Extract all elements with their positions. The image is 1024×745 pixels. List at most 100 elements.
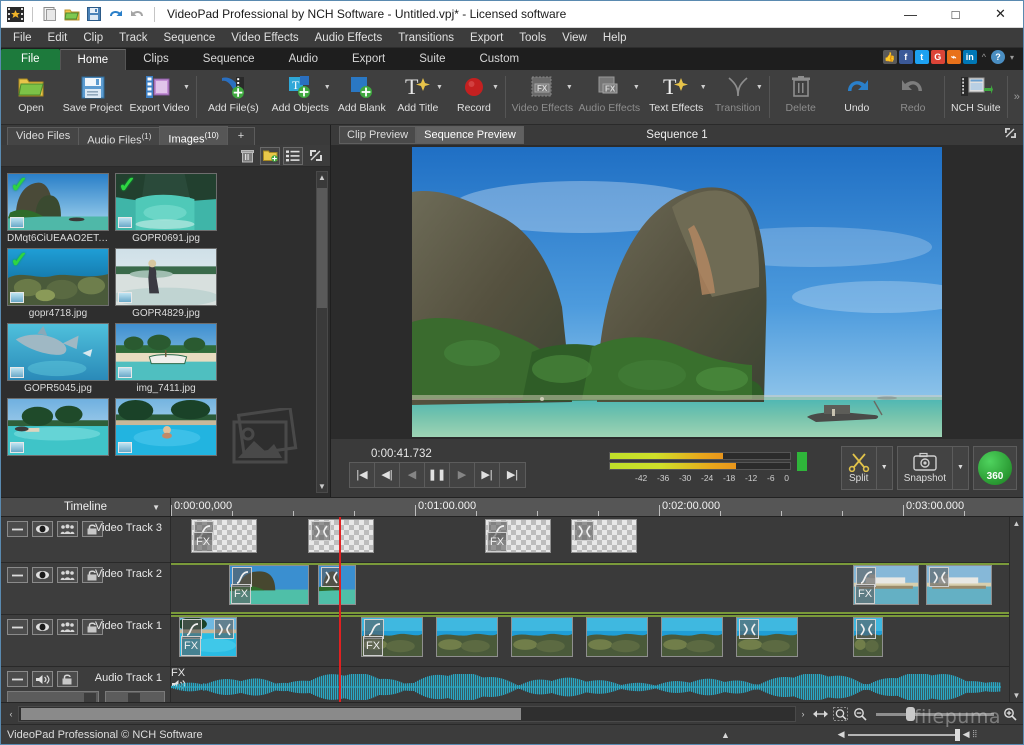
speaker-icon[interactable] xyxy=(32,671,53,687)
menu-item-export[interactable]: Export xyxy=(462,30,511,46)
delete-button[interactable]: Delete xyxy=(773,70,829,124)
twitter-icon[interactable]: t xyxy=(914,50,929,64)
audio-effects-button[interactable]: FX Audio Effects ▼ xyxy=(576,70,643,124)
zoom-in-icon[interactable] xyxy=(1000,705,1020,723)
clip-transition-badge[interactable] xyxy=(574,521,594,541)
menu-item-help[interactable]: Help xyxy=(595,30,635,46)
hscroll-right-arrow[interactable]: › xyxy=(796,709,810,719)
minus-icon[interactable] xyxy=(7,567,28,583)
clip-fx-badge[interactable]: FX xyxy=(193,532,213,552)
ribbon-tab-file[interactable]: File xyxy=(1,49,60,70)
timeline-clip[interactable] xyxy=(926,565,992,605)
add-files-button[interactable]: Add File(s) xyxy=(200,70,267,124)
next-frame-button[interactable]: ▶| xyxy=(475,462,500,487)
timeline-clip[interactable] xyxy=(308,519,374,553)
chevron-down-icon[interactable]: ▼ xyxy=(436,84,443,91)
timeline-clip[interactable] xyxy=(586,617,648,657)
menu-item-sequence[interactable]: Sequence xyxy=(156,30,224,46)
media-thumbnail[interactable]: ✓ gopr4718.jpg xyxy=(7,248,109,319)
panel-collapse-icon[interactable]: ▲ xyxy=(721,730,730,740)
menu-item-file[interactable]: File xyxy=(5,30,40,46)
menu-item-view[interactable]: View xyxy=(554,30,595,46)
volume-knob[interactable] xyxy=(954,728,960,741)
minus-icon[interactable] xyxy=(7,671,28,687)
menu-item-edit[interactable]: Edit xyxy=(40,30,76,46)
hscroll-thumb[interactable] xyxy=(21,707,521,720)
menu-item-track[interactable]: Track xyxy=(111,30,155,46)
menu-item-tools[interactable]: Tools xyxy=(511,30,554,46)
eye-icon[interactable] xyxy=(32,521,53,537)
transition-button[interactable]: Transition ▼ xyxy=(710,70,766,124)
linkedin-icon[interactable]: in xyxy=(962,50,977,64)
ribbon-tab-home[interactable]: Home xyxy=(59,49,127,70)
prev-frame-button[interactable]: ◀| xyxy=(375,462,400,487)
help-dropdown-caret[interactable]: ▾ xyxy=(1007,53,1017,62)
browser-scrollbar[interactable]: ▲ ▼ xyxy=(316,171,328,493)
new-project-icon[interactable] xyxy=(40,5,59,24)
pause-button[interactable]: ❚❚ xyxy=(425,462,450,487)
ribbon-tab-audio[interactable]: Audio xyxy=(271,49,335,70)
help-icon[interactable]: ? xyxy=(990,50,1005,64)
timeline-ruler[interactable]: 0:00:00,000 0:01:00.000 0:02:00.000 0:03:00… xyxy=(171,498,1023,516)
chevron-down-icon[interactable]: ▼ xyxy=(700,84,707,91)
people-icon[interactable] xyxy=(57,619,78,635)
timeline-clip[interactable] xyxy=(436,617,498,657)
volume-rail[interactable] xyxy=(847,728,960,741)
ribbon-tab-suite[interactable]: Suite xyxy=(402,49,463,70)
people-icon[interactable] xyxy=(57,521,78,537)
timeline-clip[interactable] xyxy=(736,617,798,657)
audio-pan-slider[interactable] xyxy=(7,691,99,702)
video-effects-button[interactable]: FX Video Effects ▼ xyxy=(509,70,576,124)
skip-end-button[interactable]: ▶| xyxy=(500,463,525,487)
chevron-down-icon[interactable]: ▼ xyxy=(633,84,640,91)
browser-tab-audio-files[interactable]: Audio Files(1) xyxy=(78,127,161,147)
detach-preview-icon[interactable] xyxy=(1004,127,1017,142)
master-volume-slider[interactable]: ◀ ◀ ⦙⦙ xyxy=(838,728,977,741)
record-button[interactable]: Record ▼ xyxy=(446,70,502,124)
track-lane[interactable]: FX FX xyxy=(171,615,1023,666)
step-back-button[interactable]: ◀ xyxy=(400,462,425,487)
timeline-clip[interactable]: FX xyxy=(229,565,309,605)
play-button[interactable]: ▶ xyxy=(450,462,475,487)
fit-to-window-icon[interactable] xyxy=(810,705,830,723)
clip-transition-badge[interactable] xyxy=(739,619,759,639)
menu-item-transitions[interactable]: Transitions xyxy=(390,30,462,46)
list-view-icon[interactable] xyxy=(283,146,303,165)
hscroll-track[interactable] xyxy=(18,705,796,722)
preview-tab-sequence-preview[interactable]: Sequence Preview xyxy=(416,125,524,144)
minus-icon[interactable] xyxy=(7,521,28,537)
open-button[interactable]: Open xyxy=(3,70,59,124)
ribbon-tab-custom[interactable]: Custom xyxy=(462,49,537,70)
chevron-down-icon[interactable]: ▼ xyxy=(756,84,763,91)
ribbon-overflow-button[interactable]: » xyxy=(1011,91,1023,103)
media-thumbnail[interactable]: ✓ GOPR0691.jpg xyxy=(115,173,217,244)
clip-fx-badge[interactable]: FX xyxy=(487,532,507,552)
timeline-clip[interactable]: FX xyxy=(361,617,423,657)
chevron-down-icon[interactable]: ▼ xyxy=(324,84,331,91)
thumbs-up-icon[interactable]: 👍 xyxy=(882,50,897,64)
people-icon[interactable] xyxy=(57,567,78,583)
snapshot-dropdown[interactable]: ▼ xyxy=(953,445,969,490)
split-button[interactable]: Split xyxy=(840,445,877,490)
menu-item-clip[interactable]: Clip xyxy=(75,30,111,46)
browser-tab-images[interactable]: Images(10) xyxy=(159,126,228,146)
timeline-clip[interactable]: FX xyxy=(191,519,257,553)
add-browser-tab-button[interactable]: + xyxy=(226,127,256,145)
export-video-button[interactable]: Export Video ▼ xyxy=(126,70,193,124)
share-icon[interactable]: ⌁ xyxy=(946,50,961,64)
audio-volume-slider[interactable] xyxy=(105,691,165,702)
zoom-out-icon[interactable] xyxy=(850,705,870,723)
clip-transition-badge[interactable] xyxy=(929,567,949,587)
eye-icon[interactable] xyxy=(32,567,53,583)
clip-transition-badge[interactable] xyxy=(214,619,234,639)
timeline-clip[interactable] xyxy=(511,617,573,657)
skip-start-button[interactable]: |◀ xyxy=(350,462,375,487)
add-folder-icon[interactable] xyxy=(260,146,280,165)
media-thumbnail[interactable] xyxy=(7,398,109,458)
timeline-clip[interactable] xyxy=(853,617,883,657)
clip-fx-badge[interactable]: FX xyxy=(855,584,875,604)
lock-icon[interactable] xyxy=(57,671,78,687)
media-thumbnail[interactable] xyxy=(115,398,217,458)
undo-button[interactable]: Undo xyxy=(829,70,885,124)
preview-tab-clip-preview[interactable]: Clip Preview xyxy=(339,125,417,144)
